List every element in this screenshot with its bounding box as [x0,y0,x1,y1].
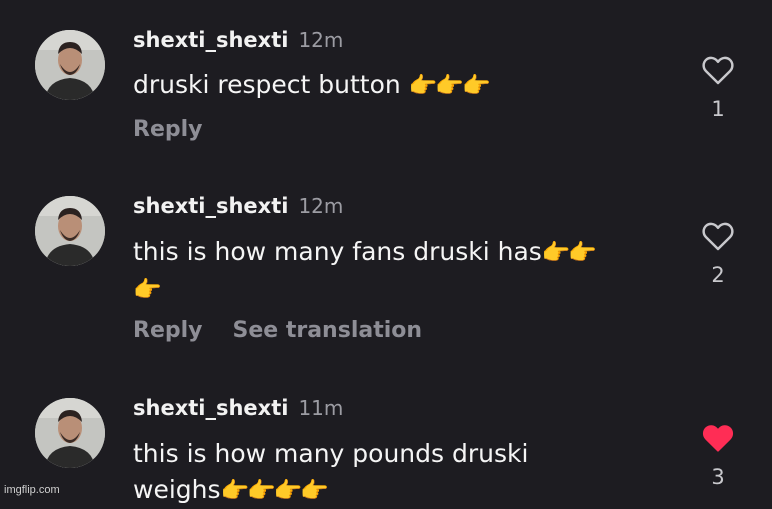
see-translation-button[interactable]: See translation [233,318,423,343]
like-button[interactable]: 1 [698,55,738,121]
comment-text: druski respect button 👉👉👉 [133,70,491,99]
pointing-right-emoji: 👉👉👉 [408,73,491,99]
comment-username[interactable]: shexti_shexti 11m [133,396,343,420]
like-button[interactable]: 2 [698,221,738,287]
comment-timestamp: 12m [298,28,344,52]
comment-timestamp: 12m [298,194,344,218]
comment-username[interactable]: shexti_shexti 12m [133,194,343,218]
comment-timestamp: 11m [298,396,344,420]
like-count: 2 [711,263,725,287]
avatar[interactable] [35,196,105,266]
comment-username[interactable]: shexti_shexti 12m [133,28,343,52]
comment-text: this is how many fans druski has👉👉👉 [133,237,597,303]
comment-actions: Reply See translation [133,318,452,343]
like-button[interactable]: 3 [698,423,738,489]
comment-text: this is how many pounds druski weighs👉👉👉… [133,439,529,504]
like-count: 3 [711,465,725,489]
avatar[interactable] [35,30,105,100]
avatar[interactable] [35,398,105,468]
reply-button[interactable]: Reply [133,117,203,142]
reply-button[interactable]: Reply [133,318,203,343]
heart-filled-icon [702,425,734,452]
comment-actions: Reply [133,117,233,142]
heart-outline-icon [702,222,734,251]
like-count: 1 [711,97,725,121]
pointing-right-emoji: 👉👉👉👉 [220,478,330,504]
heart-outline-icon [702,56,734,85]
watermark: imgflip.com [4,484,60,496]
